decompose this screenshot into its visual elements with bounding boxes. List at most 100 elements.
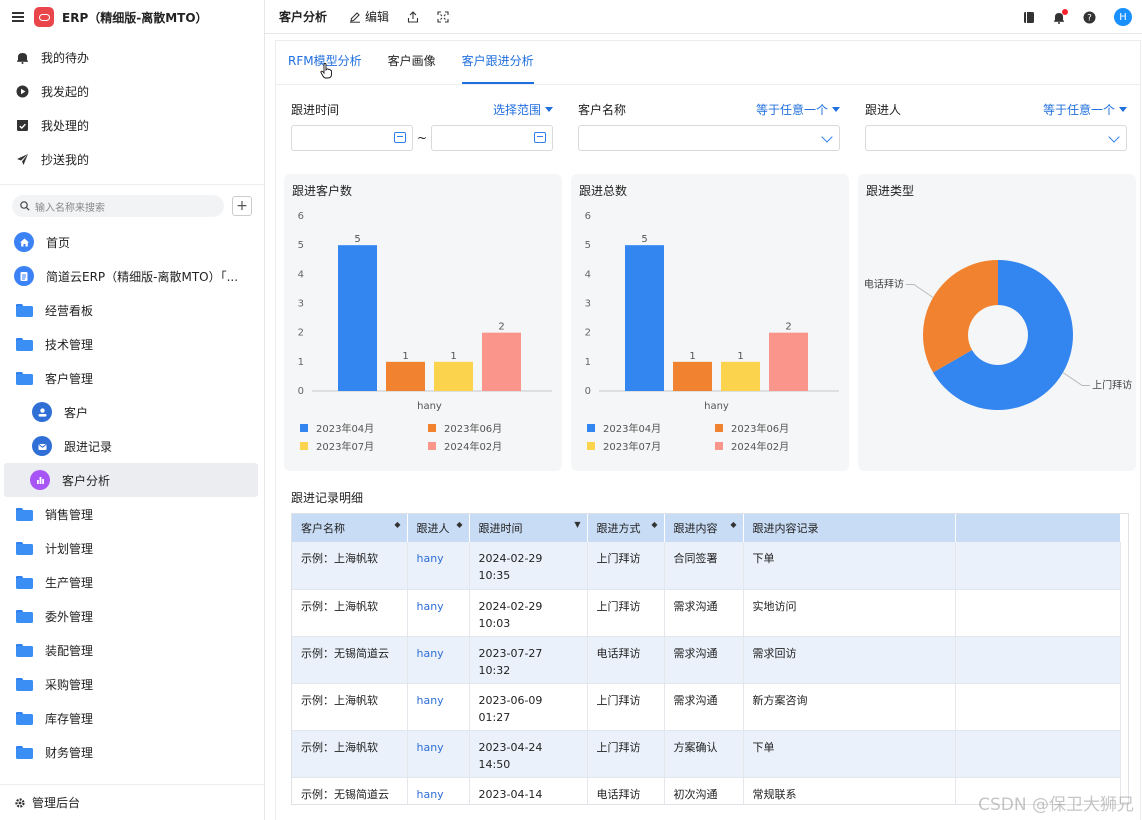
quick-item-label: 我的待办 [41,50,90,65]
sidebar-item-6[interactable]: 跟进记录 [0,429,264,463]
notification-button[interactable] [1053,8,1068,24]
column-header[interactable]: 跟进内容 ◆ [664,514,744,542]
bell-icon [17,52,28,64]
start-date-input[interactable] [291,125,413,151]
donut-slice[interactable] [923,260,998,373]
y-tick-label: 1 [298,357,304,368]
table-cell: 电话拜访 [587,636,665,684]
filter-person-operator[interactable]: 等于任意一个 [1043,101,1127,118]
bar[interactable] [625,245,664,391]
sidebar-item-15[interactable]: 财务管理 [0,735,264,769]
customer-select[interactable] [578,125,840,151]
table-row[interactable]: 示例：上海帆软 hany 2023-06-09 01:27 上门拜访 需求沟通 新方案咨询 [292,683,1121,731]
bar[interactable] [386,361,425,391]
play-icon [16,85,29,97]
sort-icon[interactable]: ◆ [730,520,736,529]
sidebar-item-3[interactable]: 技术管理 [0,327,264,361]
table-cell[interactable]: hany [407,542,470,590]
sidebar-item-2[interactable]: 经营看板 [0,293,264,327]
sort-icon[interactable]: ◆ [394,520,400,529]
table-cell[interactable]: hany [407,636,470,684]
edit-button[interactable]: 编辑 [349,8,389,25]
sidebar-item-11[interactable]: 委外管理 [0,599,264,633]
fullscreen-button[interactable] [437,10,449,23]
quick-item-1[interactable]: 我发起的 [0,74,264,108]
legend-swatch [587,423,595,432]
bar[interactable] [769,332,808,391]
table-cell: 示例：上海帆软 [292,683,408,731]
sort-icon[interactable]: ▼ [574,520,580,529]
table-row[interactable]: 示例：上海帆软 hany 2024-02-29 10:03 上门拜访 需求沟通 实地访问 [292,589,1121,637]
column-header[interactable]: 跟进人 ◆ [407,514,470,542]
tab-followup-analysis[interactable]: 客户跟进分析 [461,52,534,84]
sidebar-item-8[interactable]: 销售管理 [0,497,264,531]
sidebar-item-4[interactable]: 客户管理 [0,361,264,395]
table-row[interactable]: 示例：无锡简道云 hany 2023-07-27 10:32 电话拜访 需求沟通 需求回访 [292,636,1121,684]
sidebar-item-5[interactable]: 客户 [0,395,264,429]
sidebar-item-14[interactable]: 库存管理 [0,701,264,735]
sidebar-item-9[interactable]: 计划管理 [0,531,264,565]
data-label: 1 [450,351,456,362]
sidebar-item-1[interactable]: 简道云ERP（精细版-离散MTO）「... [0,259,264,293]
sidebar-item-0[interactable]: 首页 [0,225,264,259]
sidebar-item-10[interactable]: 生产管理 [0,565,264,599]
sidebar-item-7[interactable]: 客户分析 [4,463,258,497]
quick-item-0[interactable]: 我的待办 [0,40,264,74]
legend-item[interactable]: 2023年07月 [587,438,661,453]
menu-icon[interactable] [12,11,26,23]
column-header[interactable]: 跟进内容记录 [743,514,956,542]
table-row[interactable]: 示例：上海帆软 hany 2023-04-24 14:50 上门拜访 方案确认 下单 [292,730,1121,778]
table-row[interactable]: 示例：上海帆软 hany 2024-02-29 10:35 上门拜访 合同签署 下单 [292,542,1121,590]
search-input[interactable]: 输入名称来搜索 [12,195,224,217]
app-title: ERP（精细版-离散MTO） [62,10,208,25]
bar[interactable] [673,361,712,391]
admin-backend-link[interactable]: 管理后台 [0,784,264,820]
person-select[interactable] [865,125,1127,151]
filter-time-operator[interactable]: 选择范围 [493,101,553,118]
sidebar-item-12[interactable]: 装配管理 [0,633,264,667]
book-icon[interactable] [1023,11,1035,24]
legend-item[interactable]: 2023年06月 [715,420,789,435]
table-cell[interactable]: hany [407,730,470,778]
tab-customer-profile[interactable]: 客户画像 [388,52,436,84]
y-tick-label: 5 [298,240,304,251]
sidebar-item-label: 委外管理 [45,609,94,624]
add-button[interactable]: + [232,196,252,216]
help-icon[interactable]: ? [1083,11,1096,24]
sort-icon[interactable]: ◆ [456,520,462,529]
bar[interactable] [434,361,473,391]
sidebar-item-label: 财务管理 [45,745,94,760]
bar[interactable] [338,245,377,391]
admin-backend-label: 管理后台 [32,796,81,810]
legend-item[interactable]: 2024年02月 [715,438,789,453]
user-avatar[interactable]: H [1114,8,1132,26]
sidebar-item-13[interactable]: 采购管理 [0,667,264,701]
slice-label: 电话拜访 [864,278,904,291]
end-date-input[interactable] [431,125,553,151]
data-label: 1 [402,351,408,362]
filter-customer-operator[interactable]: 等于任意一个 [756,101,840,118]
legend-item[interactable]: 2024年02月 [428,438,502,453]
table-cell[interactable]: hany [407,589,470,637]
legend-item[interactable]: 2023年06月 [428,420,502,435]
table-cell: 示例：无锡简道云 [292,636,408,684]
share-button[interactable] [407,10,419,23]
legend-item[interactable]: 2023年07月 [300,438,374,453]
column-header[interactable]: 客户名称 ◆ [292,514,408,542]
legend-item[interactable]: 2023年04月 [587,420,661,435]
table-cell: 需求回访 [743,636,956,684]
quick-item-2[interactable]: 我处理的 [0,108,264,142]
column-header[interactable]: 跟进方式 ◆ [587,514,665,542]
bar[interactable] [721,361,760,391]
legend-item[interactable]: 2023年04月 [300,420,374,435]
sort-icon[interactable]: ◆ [651,520,657,529]
table-cell[interactable]: hany [407,777,470,804]
send-icon [17,153,28,165]
table-cell-empty [955,730,1121,778]
quick-item-3[interactable]: 抄送我的 [0,142,264,176]
bar[interactable] [482,332,521,391]
column-header[interactable]: 跟进时间 ▼ [469,514,588,542]
slice-label: 上门拜访 [1092,379,1132,392]
column-header-label: 跟进人 [416,522,450,535]
table-cell[interactable]: hany [407,683,470,731]
